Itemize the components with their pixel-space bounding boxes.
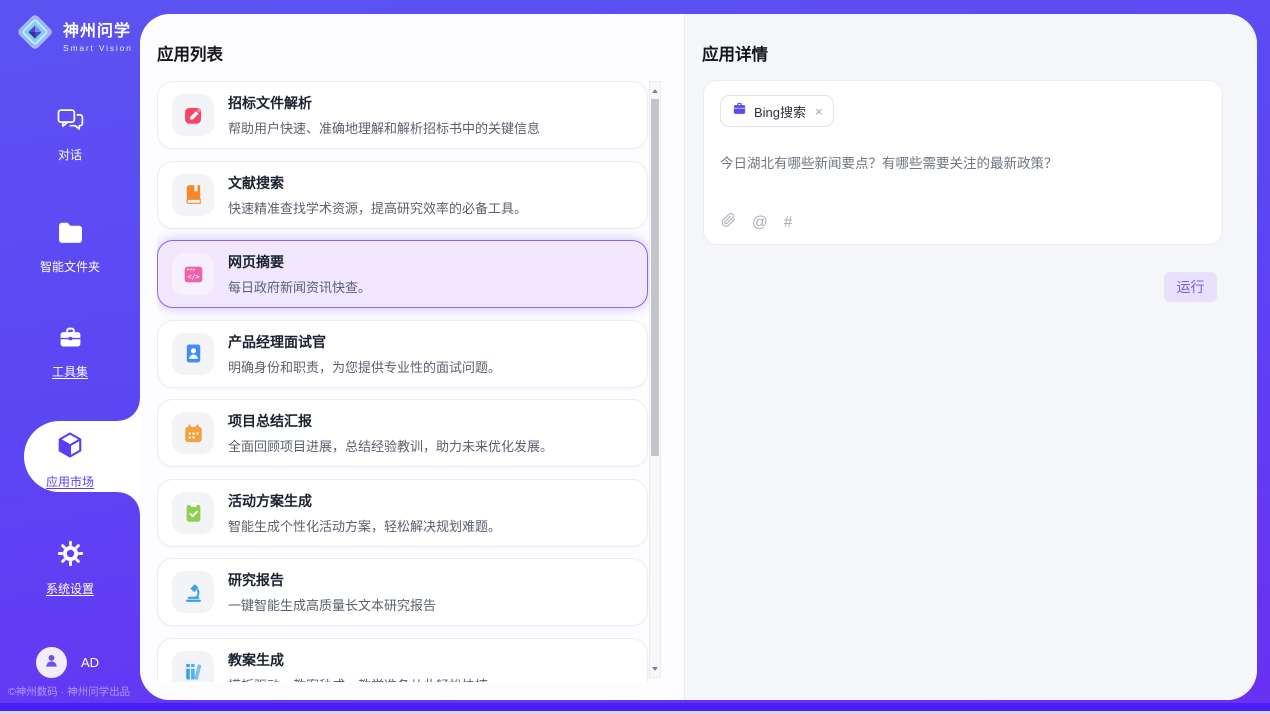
briefcase-icon: [732, 101, 747, 121]
sidebar-item-label: 应用市场: [46, 473, 94, 490]
user-account[interactable]: AD: [36, 647, 99, 678]
app-card-description: 帮助用户快速、准确地理解和解析招标书中的关键信息: [228, 118, 540, 137]
calendar-icon: [172, 412, 214, 454]
run-button[interactable]: 运行: [1164, 272, 1217, 302]
sidebar-item-toolset[interactable]: 工具集: [0, 325, 140, 380]
main-panel: 应用列表 招标文件解析 帮助用户快速、准确地理解和解析招标书中的关键信息 文献搜…: [140, 14, 1257, 700]
app-card[interactable]: 项目总结汇报 全面回顾项目进展，总结经验教训，助力未来优化发展。: [157, 399, 648, 467]
logo-subtitle: Smart Vision: [63, 43, 133, 53]
app-card-title: 项目总结汇报: [228, 411, 553, 431]
app-card[interactable]: 产品经理面试官 明确身份和职责，为您提供专业性的面试问题。: [157, 320, 648, 388]
attachment-icon[interactable]: [721, 212, 736, 233]
app-card-description: 快速精准查找学术资源，提高研究效率的必备工具。: [228, 198, 527, 217]
toolbox-icon: [57, 325, 84, 355]
app-card-description: 智能生成个性化活动方案，轻松解决规划难题。: [228, 516, 501, 535]
scroll-down-button[interactable]: [650, 661, 660, 676]
app-card[interactable]: 招标文件解析 帮助用户快速、准确地理解和解析招标书中的关键信息: [157, 81, 648, 149]
book-icon: [172, 174, 214, 216]
clipboard-check-icon: [172, 492, 214, 534]
scrollbar-thumb[interactable]: [651, 99, 659, 456]
close-icon[interactable]: ×: [815, 105, 823, 118]
app-card[interactable]: 教案生成 模板驱动，教案秒成，教学准备从此轻松快捷: [157, 638, 648, 683]
list-scrollbar[interactable]: [649, 81, 661, 678]
input-toolbar: @ #: [721, 212, 792, 233]
gem-logo-icon: [14, 11, 56, 58]
user-name: AD: [81, 655, 99, 670]
app-card-title: 文献搜索: [228, 173, 527, 193]
app-detail-title: 应用详情: [702, 41, 768, 65]
sidebar-item-label: 工具集: [52, 363, 88, 380]
logo: 神州问学 Smart Vision: [14, 11, 133, 58]
app-card-title: 招标文件解析: [228, 93, 540, 113]
app-window: 神州问学 Smart Vision 对话 智能文件夹: [0, 0, 1270, 714]
app-card[interactable]: 研究报告 一键智能生成高质量长文本研究报告: [157, 558, 648, 626]
microscope-icon: [172, 571, 214, 613]
sidebar-item-label: 智能文件夹: [40, 258, 100, 275]
chat-icon: [57, 108, 84, 138]
app-card-title: 产品经理面试官: [228, 332, 501, 352]
app-card-title: 研究报告: [228, 570, 436, 590]
tool-tag-bing-search[interactable]: Bing搜索 ×: [720, 95, 834, 127]
cube-icon: [55, 430, 85, 465]
scroll-up-button[interactable]: [650, 83, 660, 98]
bottom-bar: [0, 703, 1270, 711]
app-card[interactable]: 文献搜索 快速精准查找学术资源，提高研究效率的必备工具。: [157, 161, 648, 229]
app-card-description: 明确身份和职责，为您提供专业性的面试问题。: [228, 357, 501, 376]
app-card-title: 活动方案生成: [228, 491, 501, 511]
sidebar-item-label: 对话: [58, 146, 82, 163]
app-card-description: 全面回顾项目进展，总结经验教训，助力未来优化发展。: [228, 436, 553, 455]
app-card-description: 一键智能生成高质量长文本研究报告: [228, 595, 436, 614]
resume-person-icon: [172, 333, 214, 375]
gear-icon: [57, 540, 84, 572]
tool-tag-label: Bing搜索: [754, 102, 806, 121]
app-card-description: 模板驱动，教案秒成，教学准备从此轻松快捷: [228, 675, 488, 683]
app-list-title: 应用列表: [157, 41, 223, 65]
edit-doc-icon: [172, 94, 214, 136]
arrow-up-icon: [652, 89, 658, 93]
app-card-list: 招标文件解析 帮助用户快速、准确地理解和解析招标书中的关键信息 文献搜索 快速精…: [157, 81, 651, 682]
mention-icon[interactable]: @: [752, 215, 768, 231]
logo-title: 神州问学: [63, 17, 133, 41]
sidebar: 神州问学 Smart Vision 对话 智能文件夹: [0, 0, 140, 703]
app-card[interactable]: 活动方案生成 智能生成个性化活动方案，轻松解决规划难题。: [157, 479, 648, 547]
person-icon: [43, 652, 60, 674]
sidebar-item-chat[interactable]: 对话: [0, 108, 140, 163]
web-code-icon: </>: [172, 253, 214, 295]
sidebar-item-app-market[interactable]: 应用市场: [0, 430, 140, 490]
avatar: [36, 647, 67, 678]
folder-icon: [57, 221, 84, 250]
app-card-description: 每日政府新闻资讯快查。: [228, 277, 371, 296]
arrow-down-icon: [652, 667, 658, 671]
question-text[interactable]: 今日湖北有哪些新闻要点？有哪些需要关注的最新政策？: [720, 152, 1206, 172]
app-detail-panel: 应用详情 Bing搜索 × 今日湖北有哪些新闻要点？有哪些需要关注的最新政策？: [684, 14, 1257, 700]
app-card-title: 网页摘要: [228, 252, 371, 272]
app-list-viewport: 招标文件解析 帮助用户快速、准确地理解和解析招标书中的关键信息 文献搜索 快速精…: [157, 81, 651, 682]
app-list-panel: 应用列表 招标文件解析 帮助用户快速、准确地理解和解析招标书中的关键信息 文献搜…: [140, 14, 684, 700]
app-card[interactable]: </> 网页摘要 每日政府新闻资讯快查。: [157, 240, 648, 308]
prompt-input-card[interactable]: Bing搜索 × 今日湖北有哪些新闻要点？有哪些需要关注的最新政策？ @ #: [703, 80, 1223, 245]
books-icon: [172, 651, 214, 683]
sidebar-item-smart-folder[interactable]: 智能文件夹: [0, 221, 140, 275]
svg-text:</>: </>: [187, 272, 199, 280]
sidebar-item-label: 系统设置: [46, 580, 94, 597]
hashtag-icon[interactable]: #: [784, 215, 793, 231]
sidebar-item-settings[interactable]: 系统设置: [0, 540, 140, 597]
copyright-footer: ©神州数码 · 神州问学出品: [8, 684, 158, 699]
app-card-title: 教案生成: [228, 650, 488, 670]
